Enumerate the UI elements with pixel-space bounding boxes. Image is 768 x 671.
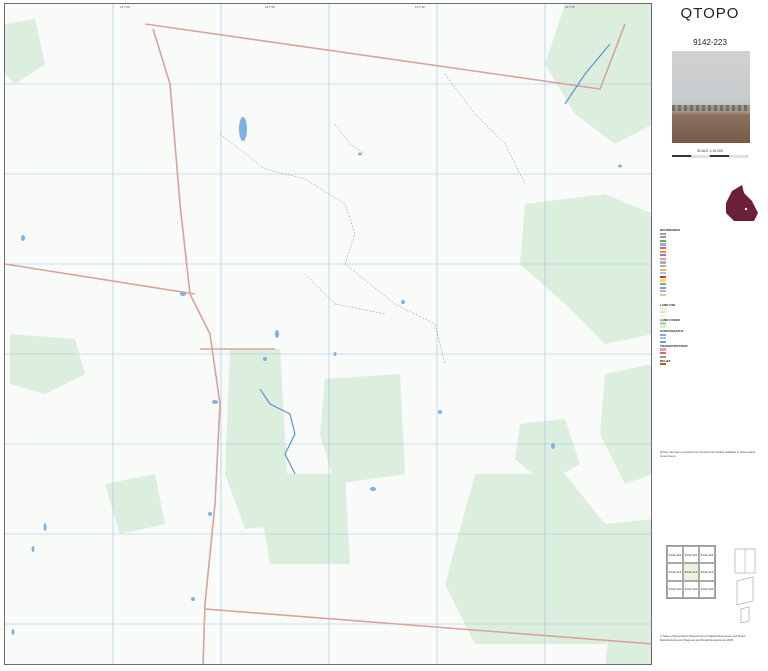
- sheet-index-cell: 9142-234: [699, 580, 715, 598]
- sheet-index-cell: 9142-223: [683, 546, 699, 564]
- scale-text: SCALE 1:10,000: [696, 149, 724, 153]
- disclaimer-text: QTopo has been compiled from the best in…: [660, 450, 755, 458]
- sheet-index-cell: 9142-232: [667, 580, 683, 598]
- tree-line: [672, 105, 750, 111]
- legend-land-use: LAND USE LAND COVER HYDROGRAPHY TRANSPOR…: [660, 303, 760, 366]
- landscape-photo: [672, 51, 750, 143]
- copyright-text: © State of Queensland (Department of Nat…: [660, 634, 747, 642]
- sheet-index-cell: 9142-214: [699, 563, 715, 581]
- locality-map: [726, 185, 758, 221]
- vegetation-areas: [5, 4, 651, 664]
- sheet-index-cell: 9142-224: [699, 546, 715, 564]
- map-margin-panel: QTOPO 9142-223 SCALE 1:10,000 BOUNDARIES…: [656, 3, 764, 665]
- sheet-index-cell: 9142-212: [667, 563, 683, 581]
- sheet-index-cell-current: 9142-213: [683, 563, 699, 581]
- grid-label: 147°35': [265, 5, 276, 9]
- sheet-index-cell: 9142-222: [667, 546, 683, 564]
- sheet-number: 9142-223: [693, 38, 727, 47]
- sheet-index-cell: 9142-233: [683, 580, 699, 598]
- legend: BOUNDARIES: [660, 228, 760, 297]
- grid-label: 147°40': [415, 5, 426, 9]
- topographic-map[interactable]: [5, 4, 652, 665]
- grid-label: 147°30': [120, 5, 131, 9]
- scale-bar: [672, 155, 748, 158]
- tracks: [219, 73, 526, 365]
- grid-label: 147°45': [565, 5, 576, 9]
- map-frame[interactable]: 147°30' 147°35' 147°40' 147°45': [4, 3, 652, 665]
- product-title: QTOPO: [680, 5, 740, 22]
- sheet-index-grid: 9142-222 9142-223 9142-224 9142-212 9142…: [666, 545, 716, 599]
- folding-diagram: [734, 548, 756, 623]
